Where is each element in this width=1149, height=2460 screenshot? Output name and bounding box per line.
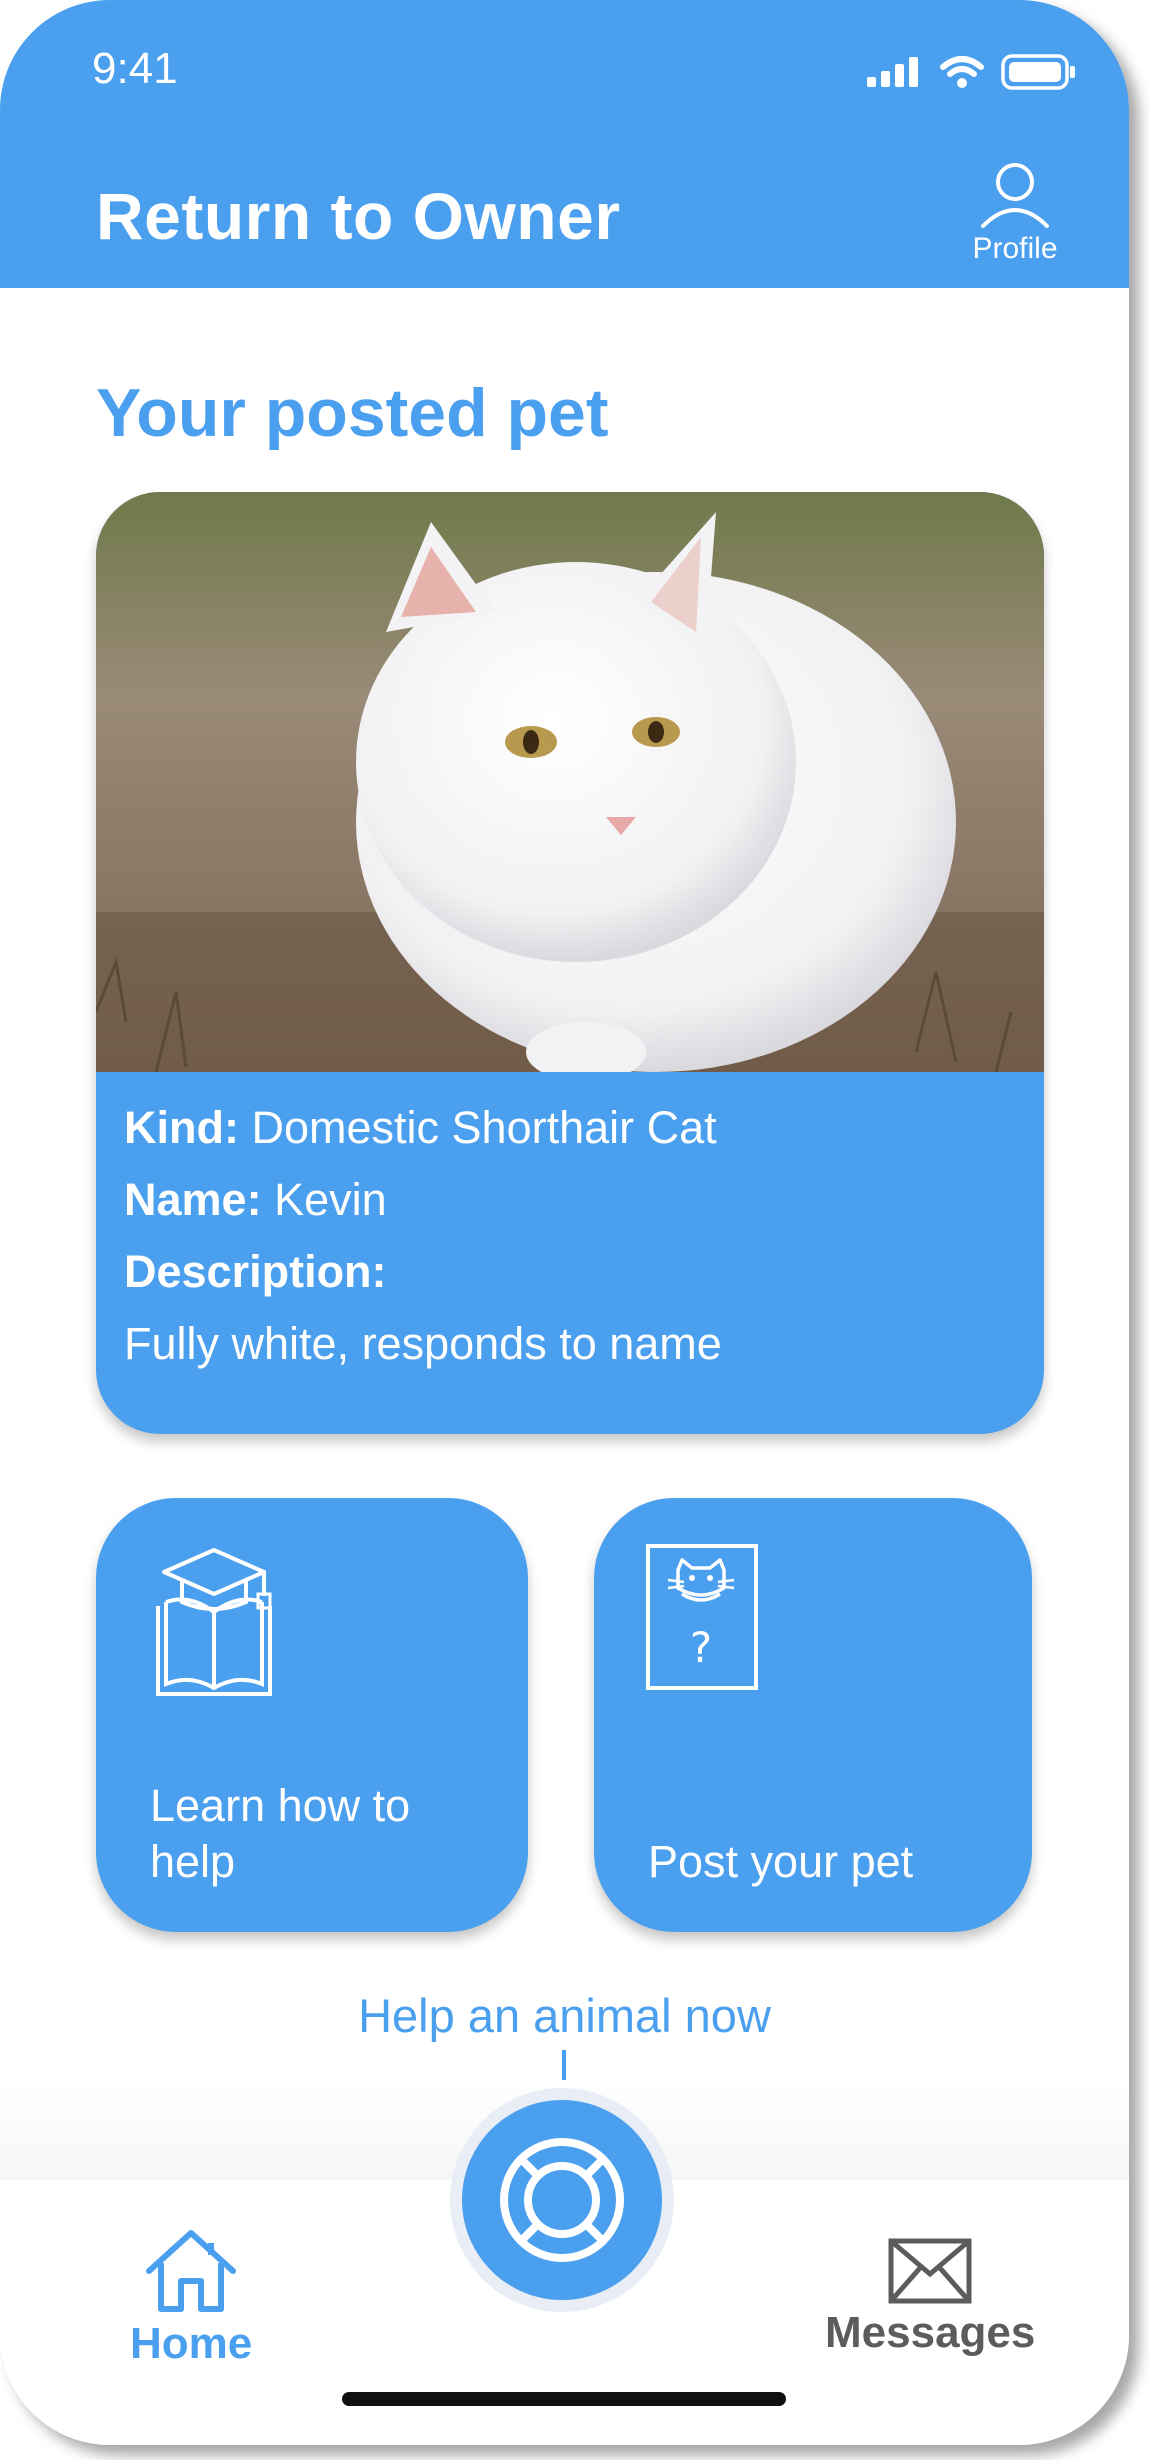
learn-label-line2: help: [150, 1836, 236, 1887]
post-your-pet-label: Post your pet: [648, 1836, 914, 1887]
kind-label: Kind:: [124, 1102, 239, 1153]
pet-kind: Domestic Shorthair Cat: [251, 1102, 717, 1153]
signal-icon: [867, 57, 918, 87]
profile-label: Profile: [972, 232, 1058, 265]
book-graduation-icon: [156, 1548, 272, 1696]
profile-icon: [981, 163, 1049, 228]
pet-name-row: Name: Kevin: [124, 1164, 1024, 1236]
post-your-pet-button[interactable]: ? Post your pet: [594, 1498, 1032, 1932]
pet-photo: [96, 492, 1044, 1072]
tab-home-label: Home: [130, 2319, 253, 2368]
help-animal-button[interactable]: [462, 2100, 662, 2300]
status-time: 9:41: [92, 44, 178, 93]
pet-description-row: Description:: [124, 1236, 1024, 1308]
app-header: 9:41 Return to Owner Profile: [0, 0, 1129, 288]
name-label: Name:: [124, 1174, 262, 1225]
battery-icon: [1001, 54, 1075, 90]
learn-how-to-help-label: Learn how to help: [150, 1778, 410, 1890]
phone-screen: 9:41 Return to Owner Profile Your posted…: [0, 0, 1129, 2445]
section-title: Your posted pet: [96, 375, 609, 451]
svg-text:?: ?: [690, 1623, 712, 1672]
pet-name: Kevin: [274, 1174, 387, 1225]
lifebuoy-icon: [500, 2138, 624, 2262]
status-icons: [867, 52, 1077, 92]
description-label: Description:: [124, 1246, 387, 1297]
learn-label-line1: Learn how to: [150, 1780, 411, 1831]
help-animal-prompt: Help an animal now: [358, 1989, 771, 2042]
tab-messages-label: Messages: [825, 2308, 1036, 2357]
learn-how-to-help-button[interactable]: Learn how to help: [96, 1498, 528, 1932]
tab-messages[interactable]: Messages: [825, 2238, 1035, 2358]
pet-info: Kind: Domestic Shorthair Cat Name: Kevin…: [124, 1092, 1024, 1380]
mail-icon: [888, 2238, 972, 2304]
home-icon: [146, 2230, 237, 2312]
wifi-icon: [940, 56, 984, 88]
lost-pet-poster-icon: ?: [646, 1544, 758, 1690]
pet-kind-row: Kind: Domestic Shorthair Cat: [124, 1092, 1024, 1164]
pet-description: Fully white, responds to name: [124, 1318, 722, 1369]
posted-pet-card[interactable]: Kind: Domestic Shorthair Cat Name: Kevin…: [96, 492, 1044, 1434]
profile-button[interactable]: Profile: [955, 160, 1075, 275]
home-indicator: [342, 2392, 786, 2406]
tab-home[interactable]: Home: [130, 2225, 252, 2369]
app-title: Return to Owner: [96, 179, 621, 253]
